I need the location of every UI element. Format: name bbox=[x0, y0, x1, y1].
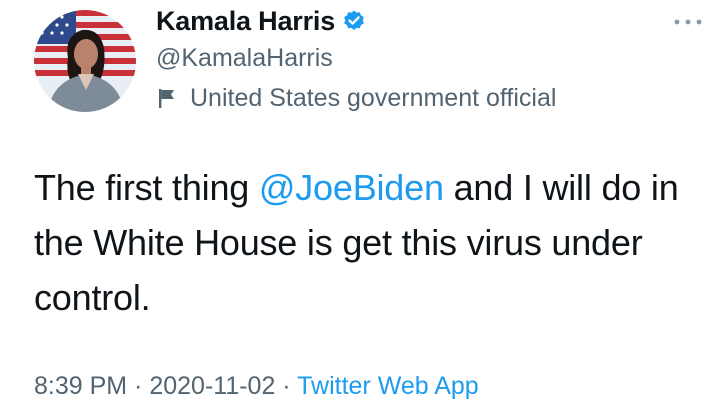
tweet-time[interactable]: 8:39 PM bbox=[34, 372, 127, 400]
more-options-button[interactable] bbox=[668, 10, 708, 34]
author-handle[interactable]: @KamalaHarris bbox=[156, 44, 333, 73]
tweet-text-start: The first thing bbox=[34, 167, 259, 208]
author-name-row: Kamala Harris bbox=[156, 4, 366, 38]
account-label: United States government official bbox=[156, 82, 556, 114]
source-app-link[interactable]: Twitter Web App bbox=[297, 372, 479, 400]
flag-icon bbox=[156, 87, 178, 109]
tweet-metadata: 8:39 PM · 2020-11-02 · Twitter Web App bbox=[34, 372, 479, 401]
mention-link[interactable]: @JoeBiden bbox=[259, 167, 444, 208]
avatar-image bbox=[34, 10, 136, 112]
tweet-date[interactable]: 2020-11-02 bbox=[149, 372, 275, 400]
tweet-card: Kamala Harris @KamalaHarris United State… bbox=[0, 0, 718, 411]
more-options-icon bbox=[673, 13, 703, 31]
avatar[interactable] bbox=[34, 10, 136, 112]
verified-badge-icon bbox=[342, 9, 366, 33]
separator-dot: · bbox=[275, 372, 298, 400]
tweet-text: The first thing @JoeBiden and I will do … bbox=[34, 160, 704, 325]
display-name[interactable]: Kamala Harris bbox=[156, 6, 335, 37]
separator-dot: · bbox=[127, 372, 150, 400]
government-label-text: United States government official bbox=[190, 83, 557, 112]
